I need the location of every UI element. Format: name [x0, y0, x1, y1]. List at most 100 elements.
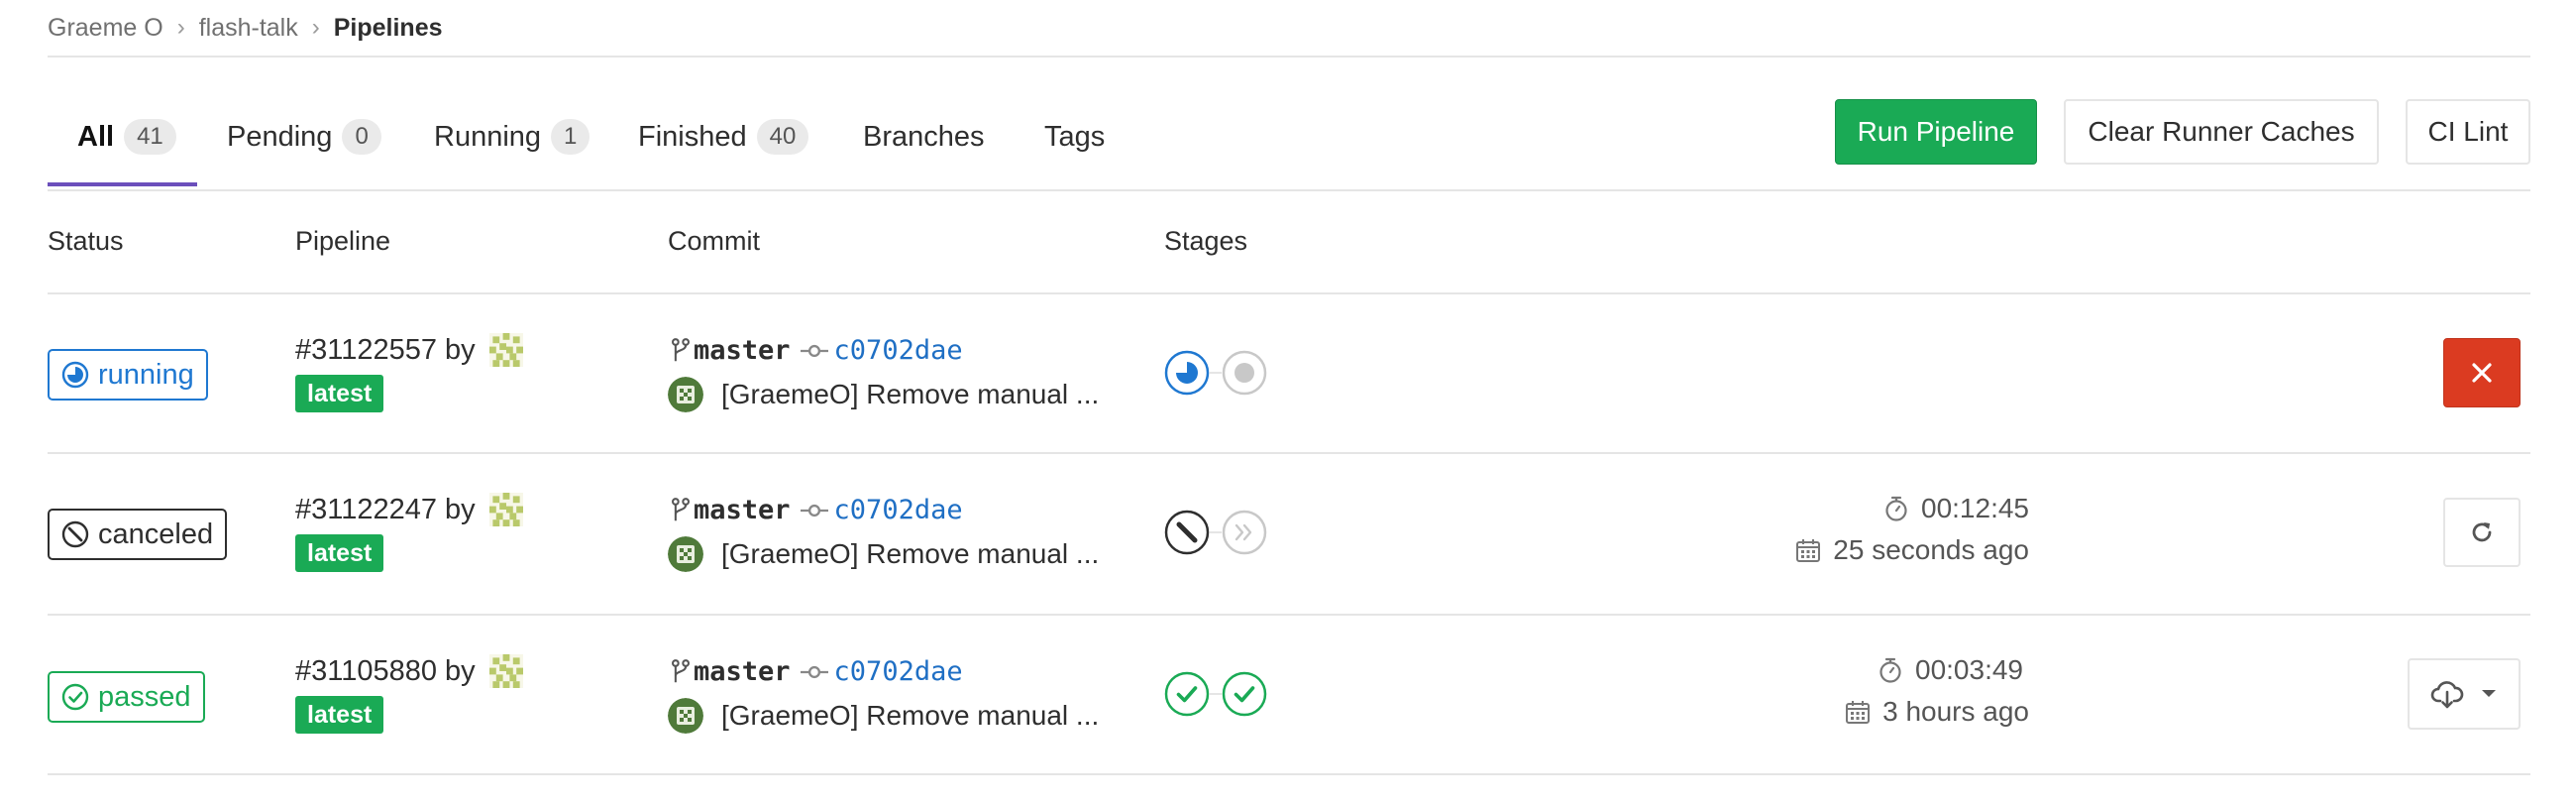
- divider: [48, 773, 2530, 775]
- run-pipeline-button[interactable]: Run Pipeline: [1835, 99, 2037, 165]
- close-icon: [2472, 363, 2492, 383]
- ci-lint-button[interactable]: CI Lint: [2406, 99, 2530, 165]
- cancel-pipeline-button[interactable]: [2443, 338, 2521, 407]
- chevron-right-icon: ›: [311, 14, 320, 41]
- calendar-icon: [1846, 701, 1871, 724]
- chevron-right-icon: ›: [176, 14, 185, 41]
- commit-sha-link[interactable]: c0702dae: [834, 495, 963, 525]
- tab-branches[interactable]: Branches: [863, 117, 985, 157]
- stage-passed-icon[interactable]: [1164, 671, 1210, 717]
- column-header-commit: Commit: [668, 226, 760, 256]
- stage-running-icon[interactable]: [1164, 350, 1210, 396]
- stage-passed-icon[interactable]: [1222, 671, 1267, 717]
- branch-name-link[interactable]: master: [694, 656, 791, 687]
- finished-text: 25 seconds ago: [1833, 534, 2029, 565]
- stage-connector: [1210, 531, 1222, 533]
- tab-count-badge: 40: [756, 119, 809, 155]
- table-row: passed #31105880 by latest master c0702d…: [0, 615, 2576, 773]
- status-label: canceled: [98, 518, 214, 550]
- tab-pending[interactable]: Pending 0: [227, 117, 381, 157]
- pipeline-by-text: by: [445, 333, 476, 366]
- author-avatar[interactable]: [668, 698, 703, 734]
- latest-badge: latest: [295, 534, 384, 572]
- status-canceled-icon: [61, 520, 89, 548]
- pipeline-id-link[interactable]: #31122557: [295, 334, 437, 367]
- commit-icon: [801, 344, 828, 358]
- divider: [48, 56, 2530, 58]
- latest-badge: latest: [295, 696, 384, 734]
- stage-created-icon[interactable]: [1222, 350, 1267, 396]
- pipeline-duration: 00:03:49: [1684, 654, 2023, 686]
- table-row: running #31122557 by latest master c0702…: [0, 293, 2576, 452]
- commit-icon: [801, 504, 828, 518]
- breadcrumb-current[interactable]: Pipelines: [334, 14, 443, 43]
- breadcrumb: Graeme O › flash-talk › Pipelines: [48, 10, 443, 46]
- tab-label: Running: [434, 120, 542, 153]
- duration-text: 00:03:49: [1915, 654, 2023, 685]
- retry-icon: [2472, 522, 2492, 542]
- tab-count-badge: 0: [342, 119, 381, 155]
- table-row: canceled #31122247 by latest master c070…: [0, 453, 2576, 614]
- finished-text: 3 hours ago: [1882, 696, 2029, 727]
- column-header-stages: Stages: [1164, 226, 1248, 256]
- tab-all[interactable]: All 41: [77, 117, 176, 157]
- status-passed-icon: [61, 683, 89, 711]
- tab-tags[interactable]: Tags: [1044, 117, 1105, 157]
- tab-count-badge: 41: [124, 119, 176, 155]
- pipeline-id-link[interactable]: #31105880: [295, 655, 437, 688]
- author-avatar[interactable]: [668, 377, 703, 412]
- pipeline-finished: 25 seconds ago: [1684, 534, 2029, 566]
- pipeline-finished: 3 hours ago: [1684, 696, 2029, 728]
- column-header-status: Status: [48, 226, 124, 256]
- status-label: running: [98, 358, 194, 391]
- tab-label: Tags: [1044, 120, 1106, 153]
- status-badge-canceled[interactable]: canceled: [48, 509, 228, 560]
- pipeline-id-link[interactable]: #31122247: [295, 494, 437, 526]
- column-header-pipeline: Pipeline: [295, 226, 391, 256]
- tab-label: All: [77, 120, 115, 153]
- breadcrumb-user[interactable]: Graeme O: [48, 14, 163, 43]
- author-avatar[interactable]: [668, 536, 703, 572]
- user-avatar[interactable]: [489, 493, 523, 526]
- stage-skipped-icon[interactable]: [1222, 510, 1267, 555]
- active-tab-indicator: [48, 182, 197, 186]
- status-label: passed: [98, 680, 191, 713]
- branch-name-link[interactable]: master: [694, 495, 791, 525]
- breadcrumb-project[interactable]: flash-talk: [199, 14, 298, 43]
- pipeline-by-text: by: [445, 493, 476, 525]
- tab-label: Pending: [227, 120, 333, 153]
- commit-sha-link[interactable]: c0702dae: [834, 335, 963, 366]
- branch-icon: [672, 659, 690, 685]
- artifacts-dropdown-button[interactable]: [2408, 658, 2521, 730]
- pipeline-by-text: by: [445, 654, 476, 687]
- calendar-icon: [1796, 539, 1821, 562]
- commit-message-link[interactable]: [GraemeO] Remove manual ...: [721, 700, 1099, 732]
- download-cloud-icon: [2430, 681, 2464, 709]
- retry-pipeline-button[interactable]: [2443, 498, 2521, 567]
- commit-sha-link[interactable]: c0702dae: [834, 656, 963, 687]
- branch-icon: [672, 498, 690, 523]
- tab-running[interactable]: Running 1: [434, 117, 590, 157]
- status-badge-passed[interactable]: passed: [48, 671, 205, 723]
- latest-badge: latest: [295, 375, 384, 412]
- user-avatar[interactable]: [489, 333, 523, 367]
- status-running-icon: [61, 361, 89, 389]
- commit-icon: [801, 665, 828, 679]
- user-avatar[interactable]: [489, 654, 523, 688]
- caret-down-icon: [2482, 690, 2496, 697]
- tab-label: Finished: [638, 120, 747, 153]
- branch-icon: [672, 338, 690, 364]
- tab-label: Branches: [863, 120, 985, 153]
- tab-count-badge: 1: [551, 119, 590, 155]
- stage-canceled-icon[interactable]: [1164, 510, 1210, 555]
- status-badge-running[interactable]: running: [48, 349, 208, 401]
- stage-connector: [1210, 693, 1222, 695]
- commit-message-link[interactable]: [GraemeO] Remove manual ...: [721, 379, 1099, 410]
- timer-icon: [1879, 657, 1901, 683]
- branch-name-link[interactable]: master: [694, 335, 791, 366]
- stage-connector: [1210, 372, 1222, 374]
- duration-text: 00:12:45: [1921, 493, 2029, 523]
- clear-runner-caches-button[interactable]: Clear Runner Caches: [2064, 99, 2379, 165]
- tab-finished[interactable]: Finished 40: [638, 117, 809, 157]
- commit-message-link[interactable]: [GraemeO] Remove manual ...: [721, 538, 1099, 570]
